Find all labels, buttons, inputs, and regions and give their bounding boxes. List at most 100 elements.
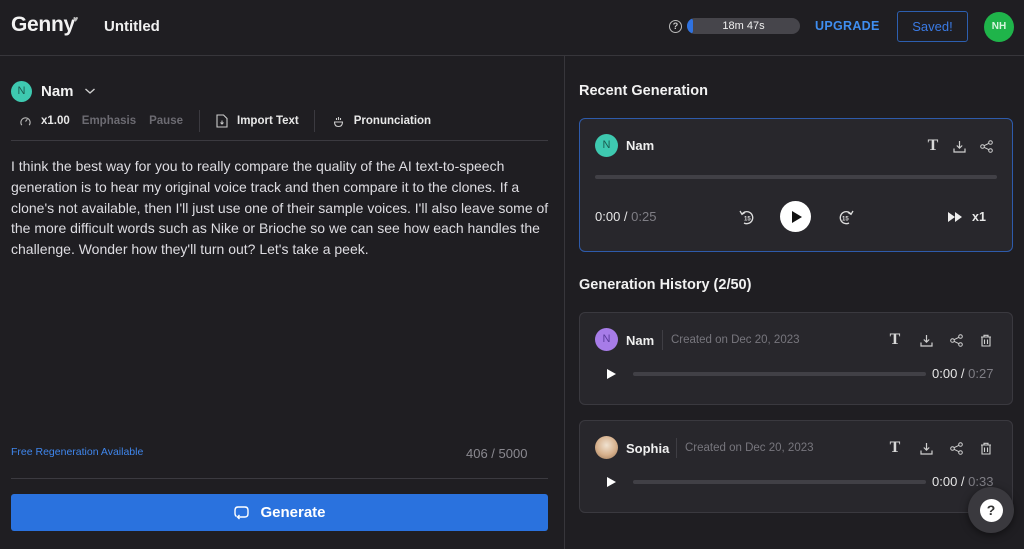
user-avatar[interactable]: NH xyxy=(984,12,1014,42)
voice-name: Nam xyxy=(41,82,74,100)
toolbar-separator xyxy=(199,110,200,132)
regenerate-icon xyxy=(234,505,250,519)
fast-forward-icon xyxy=(948,212,962,222)
download-icon xyxy=(919,334,933,347)
logo-heart-icon: ♥ xyxy=(73,14,79,24)
character-count: 406 / 5000 xyxy=(466,446,528,461)
download-icon xyxy=(952,140,966,153)
time-separator: / xyxy=(620,209,632,224)
share-icon xyxy=(949,333,963,347)
text-icon: T xyxy=(889,439,901,456)
import-text-button[interactable]: Import Text xyxy=(216,114,299,128)
delete-button[interactable] xyxy=(978,332,994,348)
toolbar-divider xyxy=(11,140,548,141)
duration: 0:25 xyxy=(631,209,657,224)
generation-history-title: Generation History (2/50) xyxy=(579,277,752,293)
playback-speed-button[interactable] xyxy=(947,209,963,225)
voice-avatar: N xyxy=(11,80,32,102)
rewind-15-icon: 15 xyxy=(739,210,754,225)
history-item: N Nam Created on Dec 20, 2023 T 0:00 / 0… xyxy=(579,312,1013,405)
pronunciation-icon xyxy=(333,116,343,127)
download-button[interactable] xyxy=(918,440,934,456)
recent-generation-title: Recent Generation xyxy=(579,83,708,99)
share-button[interactable] xyxy=(948,440,964,456)
speed-value: x1.00 xyxy=(41,115,70,127)
svg-text:15: 15 xyxy=(744,217,751,223)
delete-button[interactable] xyxy=(978,440,994,456)
duration: 0:27 xyxy=(968,366,994,381)
view-text-button[interactable]: T xyxy=(887,440,903,456)
speed-control[interactable]: x1.00 xyxy=(19,115,70,128)
panel-divider xyxy=(564,56,565,549)
generate-label: Generate xyxy=(260,504,326,521)
created-date: Created on Dec 20, 2023 xyxy=(671,334,800,346)
history-item: Sophia Created on Dec 20, 2023 T 0:00 / … xyxy=(579,420,1013,513)
pronunciation-button[interactable]: Pronunciation xyxy=(332,115,431,128)
editor-bottom-divider xyxy=(11,478,548,479)
usage-time-left: 18m 47s xyxy=(722,20,765,32)
svg-text:15: 15 xyxy=(842,217,849,223)
genny-logo[interactable]: Genny xyxy=(11,13,75,37)
voice-name: Nam xyxy=(626,138,655,153)
usage-help-icon[interactable]: ? xyxy=(669,20,682,33)
document-title[interactable]: Untitled xyxy=(104,18,160,35)
forward-15-icon: 15 xyxy=(839,210,854,225)
share-button[interactable] xyxy=(948,332,964,348)
time-separator: / xyxy=(957,474,969,489)
download-button[interactable] xyxy=(918,332,934,348)
editor-toolbar: x1.00 Emphasis Pause Import Text Pronunc… xyxy=(19,110,431,132)
trash-icon xyxy=(981,334,991,347)
play-icon xyxy=(791,210,802,223)
voice-avatar-photo xyxy=(595,436,618,459)
script-textarea[interactable]: I think the best way for you to really c… xyxy=(11,156,559,260)
history-progress-track[interactable] xyxy=(633,480,926,484)
play-icon xyxy=(607,369,616,379)
emphasis-button[interactable]: Emphasis xyxy=(82,115,136,127)
toolbar-separator xyxy=(313,110,315,132)
free-regeneration-link[interactable]: Free Regeneration Available xyxy=(11,446,143,458)
play-button[interactable] xyxy=(780,201,811,232)
pronunciation-label: Pronunciation xyxy=(353,115,432,127)
download-icon xyxy=(919,442,933,455)
current-time: 0:00 xyxy=(932,366,958,381)
history-time: 0:00 / 0:27 xyxy=(932,366,993,381)
saved-button[interactable]: Saved! xyxy=(897,11,968,42)
text-icon: T xyxy=(889,331,901,348)
upgrade-link[interactable]: UPGRADE xyxy=(815,19,880,33)
recent-time: 0:00 / 0:25 xyxy=(595,209,656,224)
play-icon xyxy=(607,477,616,487)
history-progress-track[interactable] xyxy=(633,372,926,376)
voice-avatar: N xyxy=(595,134,618,157)
recent-generation-card: N Nam T 0:00 / 0:25 15 15 x1 xyxy=(579,118,1013,252)
voice-name: Sophia xyxy=(626,441,670,456)
speedometer-icon xyxy=(20,116,31,126)
play-button[interactable] xyxy=(603,366,619,382)
created-date: Created on Dec 20, 2023 xyxy=(685,442,814,454)
pause-button[interactable]: Pause xyxy=(149,115,183,127)
time-separator: / xyxy=(957,366,969,381)
voice-avatar: N xyxy=(595,328,618,351)
help-fab-button[interactable]: ? xyxy=(968,487,1014,533)
share-button[interactable] xyxy=(978,138,994,154)
share-icon xyxy=(949,441,963,455)
share-icon xyxy=(979,139,993,153)
import-text-label: Import Text xyxy=(237,115,299,127)
playback-speed-value[interactable]: x1 xyxy=(972,210,986,224)
name-separator xyxy=(662,330,663,350)
trash-icon xyxy=(981,442,991,455)
forward-15-button[interactable]: 15 xyxy=(836,207,856,227)
chevron-down-icon xyxy=(84,88,95,94)
play-button[interactable] xyxy=(603,474,619,490)
view-text-button[interactable]: T xyxy=(887,332,903,348)
generate-button[interactable]: Generate xyxy=(11,494,548,531)
rewind-15-button[interactable]: 15 xyxy=(737,207,757,227)
download-button[interactable] xyxy=(951,138,967,154)
name-separator xyxy=(676,438,677,458)
text-icon: T xyxy=(927,137,939,154)
current-time: 0:00 xyxy=(932,474,958,489)
recent-progress-track[interactable] xyxy=(595,175,997,179)
voice-selector[interactable]: N Nam xyxy=(11,80,96,102)
view-text-button[interactable]: T xyxy=(925,138,941,154)
usage-time-bar: 18m 47s xyxy=(687,18,800,34)
file-import-icon xyxy=(216,114,228,128)
